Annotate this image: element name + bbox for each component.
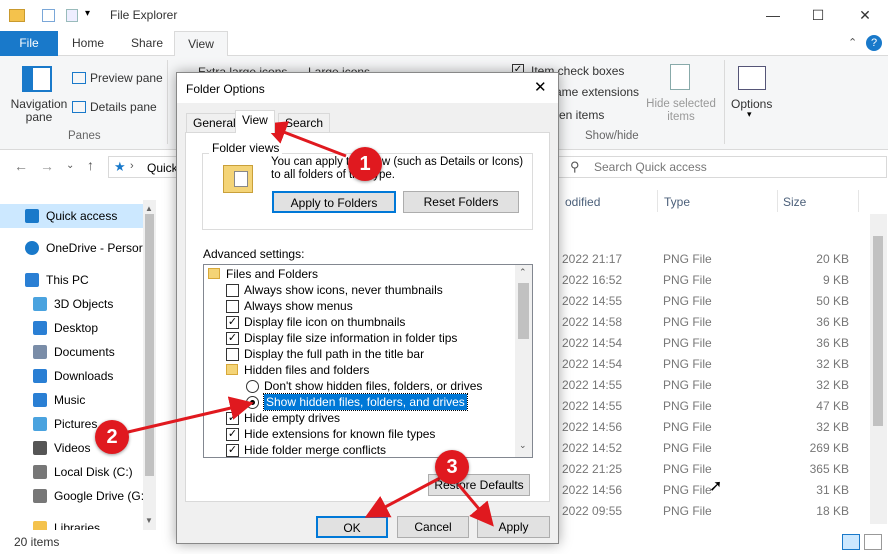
- arrow-3b: [456, 483, 494, 527]
- arrow-3a: [364, 476, 441, 518]
- step-badge-1: 1: [348, 147, 382, 181]
- arrow-2: [127, 396, 254, 434]
- step-badge-2: 2: [95, 420, 129, 454]
- step-badge-3: 3: [435, 450, 469, 484]
- arrow-1: [262, 121, 347, 158]
- tab-view-options[interactable]: View: [235, 110, 275, 133]
- mouse-cursor-icon: ➚: [709, 478, 723, 495]
